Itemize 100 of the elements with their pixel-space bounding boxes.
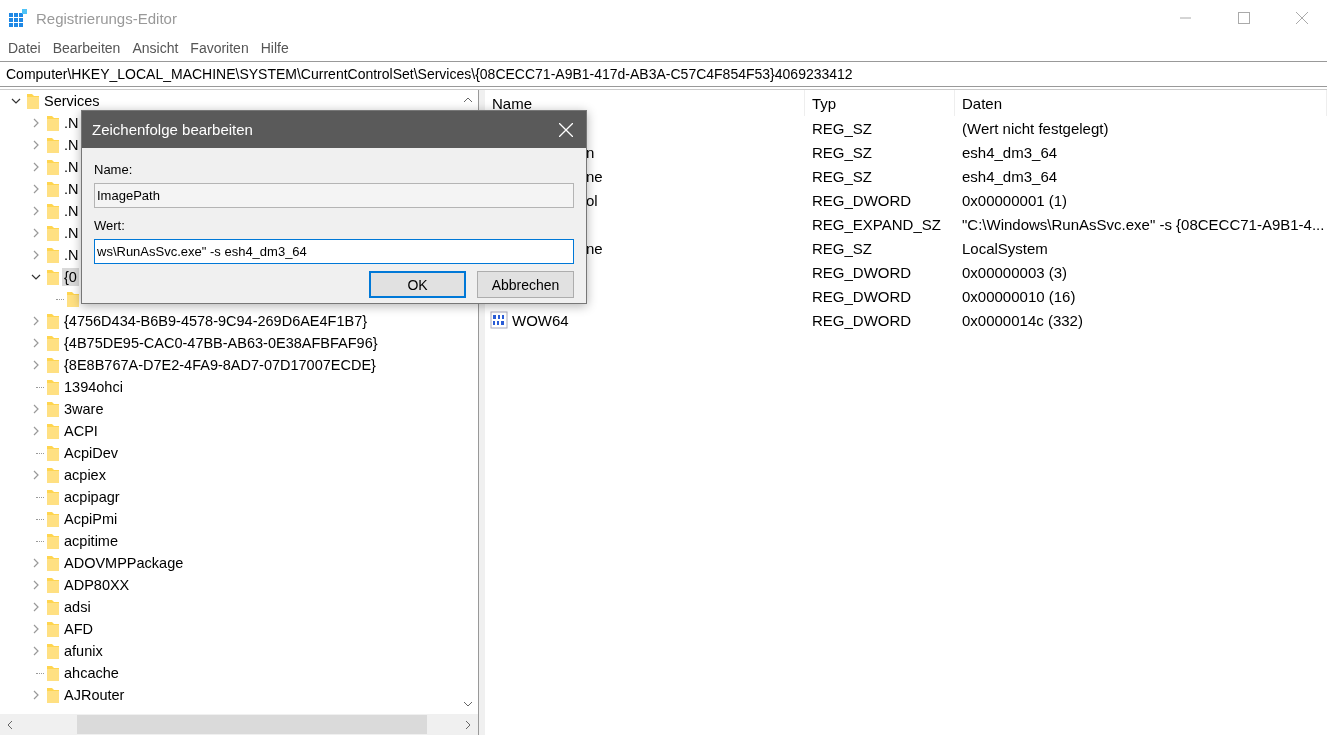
tree-item[interactable]: {8E8B767A-D7E2-4FA9-8AD7-07D17007ECDE} (62, 356, 378, 374)
tree-item[interactable]: acpitime (62, 532, 120, 550)
value-type: REG_DWORD (812, 311, 912, 329)
value-data: esh4_dm3_64 (962, 167, 1058, 185)
address-field[interactable]: Computer\HKEY_LOCAL_MACHINE\SYSTEM\CurrentControlSet\Services\{08CECC71-A9B1-417d-AB3A-C57C4F854F53}4069233412 (0, 61, 1327, 87)
close-icon (1296, 12, 1308, 24)
tree-item[interactable]: 3ware (62, 400, 106, 418)
tree-item[interactable]: ahcache (62, 664, 121, 682)
value-name: ne (586, 167, 603, 185)
value-data: 0x0000014c (332) (962, 311, 1083, 329)
registry-app-icon (8, 8, 28, 28)
tree-item[interactable]: {4B75DE95-CAC0-47BB-AB63-0E38AFBFAF96} (62, 334, 380, 352)
tree-item[interactable]: AJRouter (62, 686, 127, 704)
value-data: esh4_dm3_64 (962, 143, 1058, 161)
tree-item[interactable]: .N (62, 180, 81, 198)
folder-icon (46, 598, 60, 616)
value-type: REG_EXPAND_SZ (812, 215, 941, 233)
tree-item[interactable]: {0 (62, 268, 79, 286)
menu-item[interactable]: Hilfe (254, 37, 295, 59)
value-type: REG_SZ (812, 119, 872, 137)
value-type: REG_SZ (812, 239, 872, 257)
tree-item[interactable]: .N (62, 158, 81, 176)
caret-down-icon (463, 701, 473, 707)
caret-left-icon (7, 719, 13, 730)
value-type: REG_DWORD (812, 287, 912, 305)
value-type: REG_SZ (812, 167, 872, 185)
tree-item[interactable]: .N (62, 202, 81, 220)
maximize-icon (1238, 12, 1250, 24)
tree-item[interactable]: acpiex (62, 466, 108, 484)
tree-item[interactable]: ADOVMPPackage (62, 554, 186, 572)
tree-item[interactable]: adsi (62, 598, 93, 616)
folder-icon (46, 510, 60, 528)
value-name: ne (586, 239, 603, 257)
tree-item[interactable]: .N (62, 136, 81, 154)
chevron-icon[interactable] (31, 272, 41, 282)
folder-icon (46, 224, 60, 242)
column-header[interactable]: Typ (805, 90, 955, 116)
scrollbar-thumb[interactable] (77, 715, 427, 734)
folder-icon (46, 686, 60, 704)
folder-icon (26, 92, 40, 110)
menu-item[interactable]: Bearbeiten (46, 37, 127, 59)
field-label: Wert: (94, 218, 126, 233)
value-data: 0x00000003 (3) (962, 263, 1068, 281)
folder-icon (46, 136, 60, 154)
caret-up-icon (463, 97, 473, 103)
tree-item[interactable]: .N (62, 224, 81, 242)
dialog-title: Zeichenfolge bearbeiten (92, 121, 254, 138)
folder-icon (46, 400, 60, 418)
tree-item[interactable]: acpipagr (62, 488, 122, 506)
tree-item[interactable]: AFD (62, 620, 95, 638)
folder-icon (46, 180, 60, 198)
tree-item[interactable]: .N (62, 246, 81, 264)
folder-icon (46, 488, 60, 506)
value-data: 0x00000010 (16) (962, 287, 1076, 305)
folder-icon (46, 356, 60, 374)
folder-icon (46, 532, 60, 550)
field-label: Name: (94, 162, 134, 177)
value-field[interactable]: ws\RunAsSvc.exe" -s esh4_dm3_64 (94, 239, 574, 264)
value-type: REG_DWORD (812, 191, 912, 209)
folder-icon (46, 268, 60, 286)
tree-item[interactable]: .N (62, 114, 81, 132)
tree-item[interactable]: Services (42, 92, 102, 110)
value-data: LocalSystem (962, 239, 1048, 257)
tree-item[interactable]: ACPI (62, 422, 100, 440)
folder-icon (46, 422, 60, 440)
value-type: REG_DWORD (812, 263, 912, 281)
menu-item[interactable]: Favoriten (184, 37, 255, 59)
folder-icon (46, 576, 60, 594)
window-title: Registrierungs-Editor (36, 9, 178, 27)
value-name: ol (586, 191, 598, 209)
folder-icon (46, 620, 60, 638)
name-field[interactable]: ImagePath (94, 183, 574, 208)
tree-item[interactable]: 1394ohci (62, 378, 125, 396)
tree-item[interactable]: AcpiDev (62, 444, 120, 462)
value-data: 0x00000001 (1) (962, 191, 1068, 209)
value-name: WOW64 (512, 311, 569, 329)
folder-icon (46, 158, 60, 176)
chevron-icon[interactable] (11, 96, 21, 106)
folder-icon (46, 246, 60, 264)
folder-icon (46, 334, 60, 352)
folder-icon (46, 466, 60, 484)
folder-icon (46, 114, 60, 132)
tree-item[interactable]: ADP80XX (62, 576, 132, 594)
caret-right-icon (465, 719, 471, 730)
folder-icon (46, 642, 60, 660)
column-header[interactable]: Daten (955, 90, 1327, 116)
folder-icon (46, 312, 60, 330)
value-data: "C:\Windows\RunAsSvc.exe" -s {08CECC71-A9B1-4... (962, 215, 1325, 233)
close-icon (559, 122, 573, 137)
binary-value-icon (490, 311, 508, 329)
tree-item[interactable]: AcpiPmi (62, 510, 120, 528)
folder-icon (66, 290, 80, 308)
tree-item[interactable]: afunix (62, 642, 105, 660)
value-data: (Wert nicht festgelegt) (962, 119, 1109, 137)
menu-item[interactable]: Datei (2, 37, 47, 59)
menu-item[interactable]: Ansicht (126, 37, 185, 59)
ok-button[interactable]: OK (369, 271, 466, 298)
tree-item[interactable]: {4756D434-B6B9-4578-9C94-269D6AE4F1B7} (62, 312, 370, 330)
folder-icon (46, 378, 60, 396)
cancel-button[interactable]: Abbrechen (477, 271, 574, 298)
